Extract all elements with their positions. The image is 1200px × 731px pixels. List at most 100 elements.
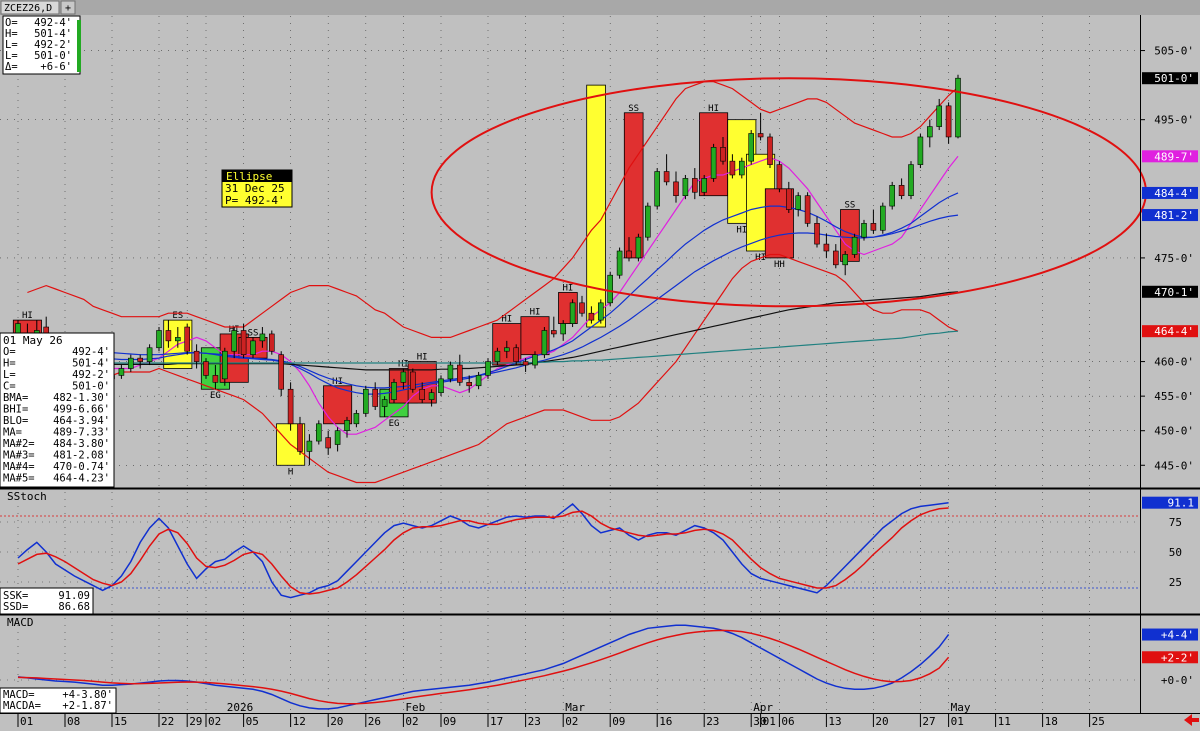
candle-body [334,430,341,445]
data-window-row-value: 499-6.66' [53,404,110,416]
price-axis-label: 505-0' [1154,45,1194,58]
time-axis-label: 02 [208,715,221,727]
ellipse-note[interactable]: Ellipse 31 Dec 25 P= 492-4' [221,169,293,208]
candle-body [626,250,632,259]
price-axis-label: 445-0' [1154,459,1194,472]
time-axis-month-label: 2026 [227,701,254,714]
candle [607,271,614,307]
data-window-row-value: 481-2.08' [53,450,110,462]
add-tab-button[interactable]: + [60,0,76,15]
pattern-label: SS [628,104,639,114]
candle-body [278,354,285,390]
candle-body [682,178,689,197]
time-axis-label: 02 [565,715,578,727]
time-axis-label: 06 [781,715,794,727]
candle-body [908,164,914,197]
macd-readout: MACD= +4-3.80'MACDA= +2-1.87' [0,687,117,714]
candle-body [889,185,896,207]
stoch-readout: SSK= 91.09SSD= 86.68 [0,587,94,615]
candle-body [926,126,933,138]
time-axis-month-label: Feb [405,701,425,714]
data-window-row-label: MA= [3,427,22,439]
candle-body [259,333,266,342]
candle-body [588,312,595,321]
candle-body [654,171,661,207]
time-axis-label: 20 [875,715,888,727]
candle-body [917,136,924,165]
candle [268,330,275,355]
add-tab-label: + [65,3,71,14]
stoch-readout-label: SSD= [3,601,28,613]
candle-body [184,326,190,352]
candle-body [785,188,792,210]
tab-bar [0,0,1200,15]
macd-badge-label: +4-4' [1161,629,1194,642]
candle-body [118,368,125,376]
symbol-tab[interactable]: ZCEZ26,D [0,0,60,15]
candle [597,299,604,324]
time-axis-month-label: Mar [565,701,585,714]
candle-body [673,181,679,197]
time-axis-label: 01 [763,715,776,727]
chart-canvas[interactable]: ZCEZ26,D + HI ESEGHI SSHHIEGHIHIHIHIHISS HI… [0,0,1200,728]
candle-body [250,340,256,355]
ohlc-readout: O= 492-4'H= 501-4'L= 492-2'L= 501-0'Δ= +6-6' [2,15,81,75]
candle-body [767,136,773,165]
time-axis-label: 01 [951,715,964,727]
candle-body [428,392,435,400]
candle-body [165,330,172,342]
price-badge-label: 481-2' [1154,209,1194,222]
candle [635,233,642,262]
candle [391,378,397,404]
data-window-row-value: 489-7.33' [53,427,110,439]
candle-body [203,361,209,376]
candle-body [156,330,162,349]
pattern-label: H [288,467,293,477]
candle-body [720,147,726,162]
candle-body [466,382,473,387]
pattern-label: HI [398,360,409,370]
candle-body [391,382,397,400]
ohlc-row-label: Δ= [5,61,18,73]
candle-body [146,347,153,362]
candle [804,192,811,227]
time-axis-label: 18 [1045,715,1058,727]
time-axis-label: 29 [189,715,202,727]
data-window-row-value: 501-0' [72,381,110,393]
candle-body [222,350,228,380]
data-window-row-label: H= [3,358,16,370]
candle-body [513,347,520,362]
candle-body [898,185,905,197]
time-axis-label: 02 [405,715,418,727]
candle-body [851,236,858,255]
candle-body [861,223,867,238]
pattern-label: HI [708,104,719,114]
price-badge-label: 501-0' [1154,72,1194,85]
candle-body [532,354,538,366]
price-badge-label: 489-7' [1154,150,1194,163]
data-window-row-label: MA#2= [3,438,35,450]
price-axis-label: 475-0' [1154,252,1194,265]
pattern-label: EG [389,419,400,429]
candle [315,420,322,445]
time-axis-month-label: May [951,701,971,714]
pattern-box [586,84,606,328]
candle-body [936,105,943,127]
candle-body [748,133,755,162]
stoch-axis-label: 50 [1169,546,1182,559]
candle-body [729,160,736,176]
chart-window: ZCEZ26,D + HI ES EG HI SS H HI EG HI HI HI HI HI SS HI… [0,0,1200,728]
candle [710,143,717,182]
candle-body [362,388,369,414]
price-axis-label: 460-0' [1154,356,1194,369]
data-window: 01 May 26 O= 492-4'H= 501-4'L= 492-2'C= 501-… [0,332,115,488]
ohlc-candle-glyph [77,20,81,72]
time-axis-label: 05 [246,715,259,727]
time-axis-label: 22 [161,715,174,727]
candle [955,74,961,139]
macd-badge-label: +2-2' [1161,651,1194,664]
pattern-label: HI [22,311,33,321]
pattern-label: EG [210,391,221,401]
data-window-row-label: C= [3,381,16,393]
candle-body [456,364,463,383]
